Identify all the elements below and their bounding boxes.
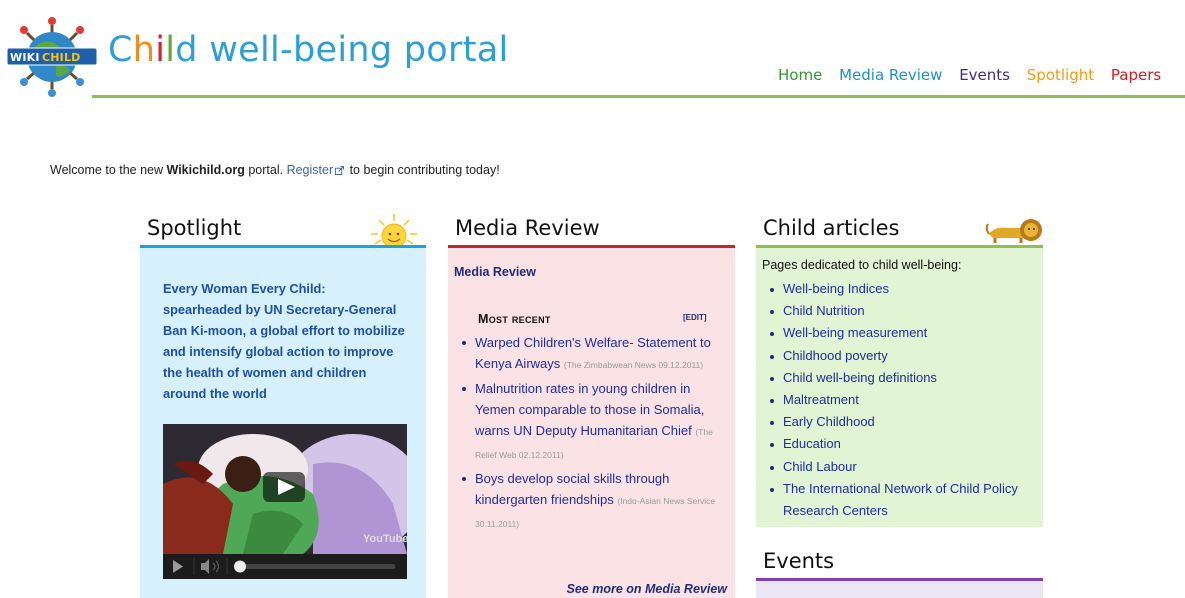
news-source: (The Zimbabwean News 09.12.2011) bbox=[563, 360, 704, 370]
list-item: Well-being Indices bbox=[766, 278, 1036, 300]
events-heading: Events bbox=[761, 547, 1043, 575]
article-link[interactable]: Education bbox=[783, 436, 841, 451]
site-title-letter: l bbox=[165, 30, 176, 70]
nav-papers[interactable]: Papers bbox=[1111, 66, 1161, 84]
list-item: The International Network of Child Polic… bbox=[766, 478, 1036, 522]
top-navigation: Home Media Review Events Spotlight Paper… bbox=[778, 66, 1173, 84]
welcome-text: to begin contributing today! bbox=[346, 163, 500, 177]
list-item: Early Childhood bbox=[766, 411, 1036, 433]
events-panel bbox=[756, 581, 1043, 598]
child-articles-intro: Pages dedicated to child well-being: bbox=[762, 258, 962, 272]
article-link[interactable]: Well-being measurement bbox=[783, 325, 927, 340]
nav-home[interactable]: Home bbox=[778, 66, 822, 84]
sun-icon bbox=[371, 214, 417, 248]
spotlight-panel: Every Woman Every Child: spearheaded by … bbox=[140, 248, 426, 598]
article-link[interactable]: The International Network of Child Polic… bbox=[783, 481, 1018, 518]
most-recent-title: Most recent bbox=[478, 312, 551, 326]
spotlight-title: Spotlight bbox=[147, 216, 242, 240]
child-articles-panel: Pages dedicated to child well-being: Wel… bbox=[756, 248, 1043, 527]
media-review-link[interactable]: Media Review bbox=[454, 265, 536, 279]
list-item: Maltreatment bbox=[766, 389, 1036, 411]
media-review-title: Media Review bbox=[455, 216, 600, 240]
events-title: Events bbox=[763, 549, 835, 573]
list-item: Childhood poverty bbox=[766, 345, 1036, 367]
list-item: Child Labour bbox=[766, 456, 1036, 478]
video-player[interactable]: YouTube bbox=[163, 424, 407, 579]
media-review-panel: Media Review Most recent [EDIT] Warped C… bbox=[448, 248, 735, 598]
list-item: Education bbox=[766, 433, 1036, 455]
site-title-rest: well-being portal bbox=[197, 30, 509, 70]
article-link[interactable]: Child Labour bbox=[783, 459, 857, 474]
svg-text:WIKI: WIKI bbox=[10, 51, 40, 64]
video-controls bbox=[163, 554, 407, 579]
child-articles-title: Child articles bbox=[763, 216, 900, 240]
article-link[interactable]: Well-being Indices bbox=[783, 281, 889, 296]
play-icon[interactable] bbox=[173, 560, 183, 573]
register-link[interactable]: Register bbox=[287, 163, 334, 177]
welcome-text: portal. bbox=[244, 163, 287, 177]
site-title-letter: i bbox=[155, 30, 166, 70]
welcome-message: Welcome to the new Wikichild.org portal.… bbox=[50, 163, 500, 177]
list-item: Boys develop social skills through kinde… bbox=[458, 468, 728, 535]
list-item: Well-being measurement bbox=[766, 322, 1036, 344]
article-link[interactable]: Early Childhood bbox=[783, 414, 875, 429]
volume-icon[interactable] bbox=[201, 559, 209, 574]
article-link[interactable]: Child Nutrition bbox=[783, 303, 865, 318]
spotlight-link[interactable]: Every Woman Every Child: spearheaded by … bbox=[163, 278, 408, 404]
list-item: Warped Children's Welfare- Statement to … bbox=[458, 332, 728, 376]
media-review-heading: Media Review bbox=[453, 214, 735, 242]
article-link[interactable]: Childhood poverty bbox=[783, 348, 888, 363]
see-more-link[interactable]: See more on Media Review bbox=[567, 582, 727, 596]
video-progress-track[interactable] bbox=[235, 564, 395, 569]
article-link[interactable]: Child well-being definitions bbox=[783, 370, 937, 385]
wikichild-logo[interactable]: WIKI CHILD bbox=[6, 14, 98, 100]
news-link[interactable]: Malnutrition rates in young children in … bbox=[475, 381, 704, 438]
site-title-letter: d bbox=[175, 30, 198, 70]
site-title-letter: C bbox=[108, 30, 133, 70]
list-item: Malnutrition rates in young children in … bbox=[458, 378, 728, 466]
video-scrubber[interactable] bbox=[234, 560, 246, 573]
site-title-letter: h bbox=[132, 30, 156, 70]
list-item: Child Nutrition bbox=[766, 300, 1036, 322]
list-item: Child well-being definitions bbox=[766, 367, 1036, 389]
nav-events[interactable]: Events bbox=[959, 66, 1010, 84]
site-name: Wikichild.org bbox=[166, 163, 245, 177]
lion-icon bbox=[985, 219, 1042, 243]
welcome-text: Welcome to the new bbox=[50, 163, 167, 177]
edit-link[interactable]: [EDIT] bbox=[683, 313, 707, 322]
nav-media-review[interactable]: Media Review bbox=[839, 66, 942, 84]
child-articles-list: Well-being Indices Child Nutrition Well-… bbox=[766, 278, 1036, 522]
nav-spotlight[interactable]: Spotlight bbox=[1027, 66, 1094, 84]
external-link-icon bbox=[335, 166, 345, 175]
site-title[interactable]: Child well-being portal bbox=[108, 30, 509, 70]
youtube-logo: YouTube bbox=[363, 533, 407, 545]
news-list: Warped Children's Welfare- Statement to … bbox=[458, 332, 728, 535]
svg-text:CHILD: CHILD bbox=[42, 51, 81, 64]
header-divider bbox=[92, 95, 1185, 98]
article-link[interactable]: Maltreatment bbox=[783, 392, 859, 407]
